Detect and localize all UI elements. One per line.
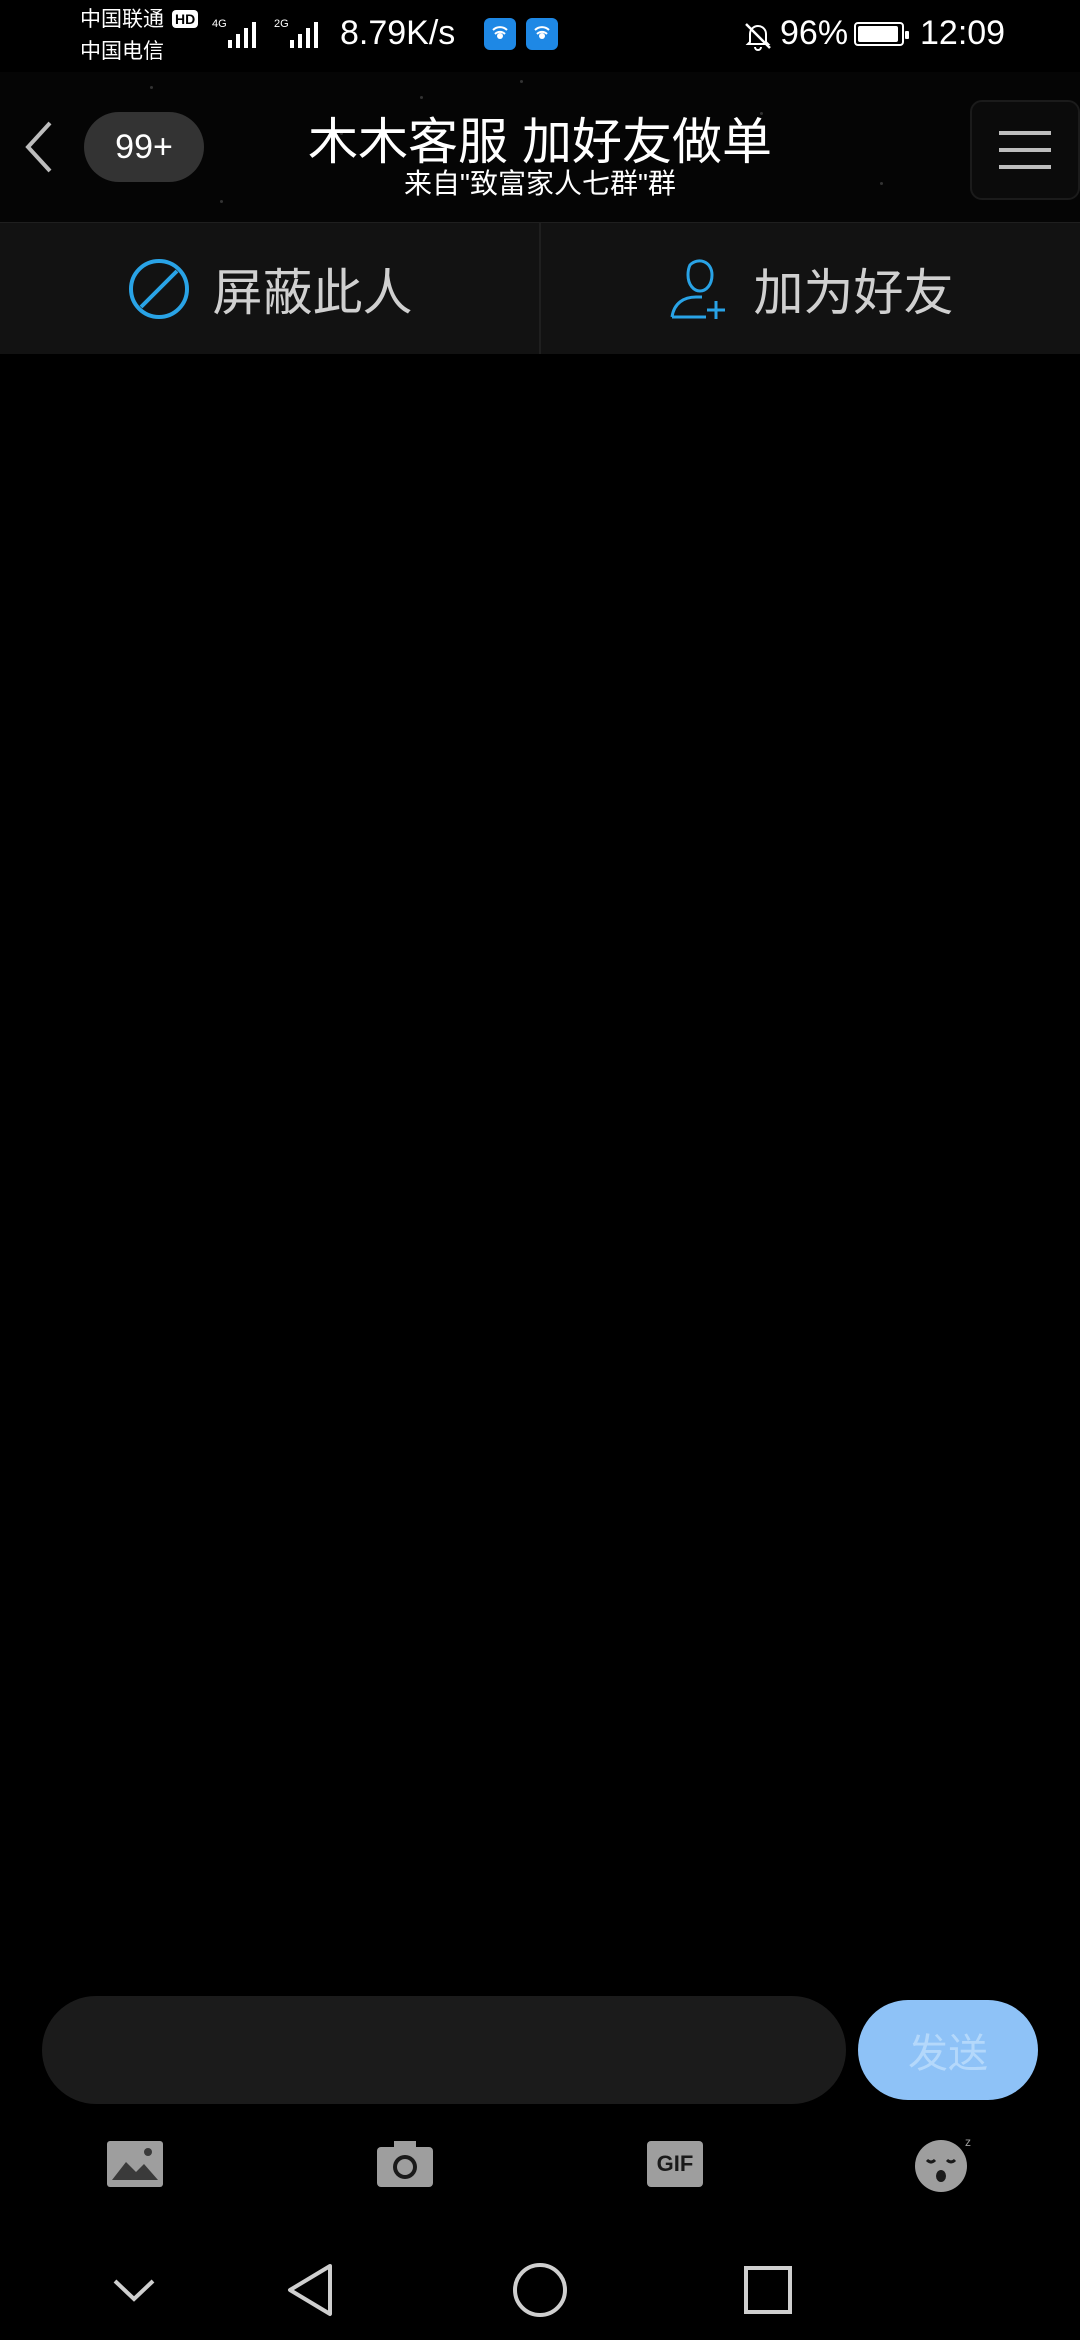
add-friend-label: 加为好友 bbox=[753, 265, 954, 321]
battery-level bbox=[858, 26, 898, 42]
chat-subtitle: 来自"致富家人七群"群 bbox=[404, 168, 676, 199]
menu-button[interactable] bbox=[970, 100, 1080, 200]
carrier-1: 中国联通 bbox=[80, 8, 164, 31]
stranger-action-bar: 屏蔽此人 加为好友 bbox=[0, 222, 1080, 356]
block-icon bbox=[128, 259, 189, 319]
block-label: 屏蔽此人 bbox=[212, 265, 413, 321]
nav-back-button[interactable] bbox=[270, 2250, 350, 2330]
gif-icon: GIF bbox=[647, 2141, 703, 2187]
image-icon bbox=[107, 2141, 163, 2187]
emoji-button[interactable]: z bbox=[910, 2134, 980, 2194]
battery-percent: 96% bbox=[780, 14, 849, 52]
network-type-2: 2G bbox=[274, 18, 289, 30]
clock: 12:09 bbox=[920, 14, 1006, 52]
signal-icon bbox=[228, 22, 256, 48]
chat-message-area[interactable] bbox=[0, 354, 1080, 1984]
battery-icon bbox=[854, 22, 909, 46]
status-bar: 中国联通 HD 中国电信 4G 2G 8.79K/s 96% 12:09 bbox=[0, 0, 1080, 72]
nav-home-button[interactable] bbox=[500, 2250, 580, 2330]
nav-recents-button[interactable] bbox=[728, 2250, 808, 2330]
send-button[interactable]: 发送 bbox=[858, 2000, 1038, 2100]
camera-icon bbox=[377, 2141, 433, 2187]
carrier-2: 中国电信 bbox=[80, 40, 164, 63]
add-friend-button[interactable]: 加为好友 bbox=[541, 223, 1080, 355]
block-button[interactable]: 屏蔽此人 bbox=[0, 223, 539, 355]
image-button[interactable] bbox=[100, 2134, 170, 2194]
nav-recents-icon bbox=[744, 2266, 792, 2314]
network-type-1: 4G bbox=[212, 18, 227, 30]
svg-text:z: z bbox=[965, 2135, 971, 2149]
hotspot-icon bbox=[526, 18, 558, 50]
hotspot-icon bbox=[484, 18, 516, 50]
camera-button[interactable] bbox=[370, 2134, 440, 2194]
nav-down-icon bbox=[113, 2279, 155, 2302]
hd-badge: HD bbox=[172, 10, 199, 28]
emoji-icon: z bbox=[915, 2135, 971, 2192]
signal-icon bbox=[290, 22, 318, 48]
nav-home-icon bbox=[513, 2263, 567, 2317]
mute-bell-icon bbox=[745, 23, 771, 51]
add-friend-icon bbox=[670, 259, 725, 319]
nav-down-button[interactable] bbox=[94, 2250, 174, 2330]
gif-label: GIF bbox=[656, 2151, 694, 2176]
nav-back-icon bbox=[288, 2264, 332, 2316]
menu-icon bbox=[999, 131, 1051, 169]
network-speed: 8.79K/s bbox=[340, 14, 456, 52]
chat-header: 99+ 木木客服 加好友做单 来自"致富家人七群"群 bbox=[0, 72, 1080, 222]
gif-button[interactable]: GIF bbox=[640, 2134, 710, 2194]
message-input[interactable] bbox=[42, 1996, 846, 2104]
